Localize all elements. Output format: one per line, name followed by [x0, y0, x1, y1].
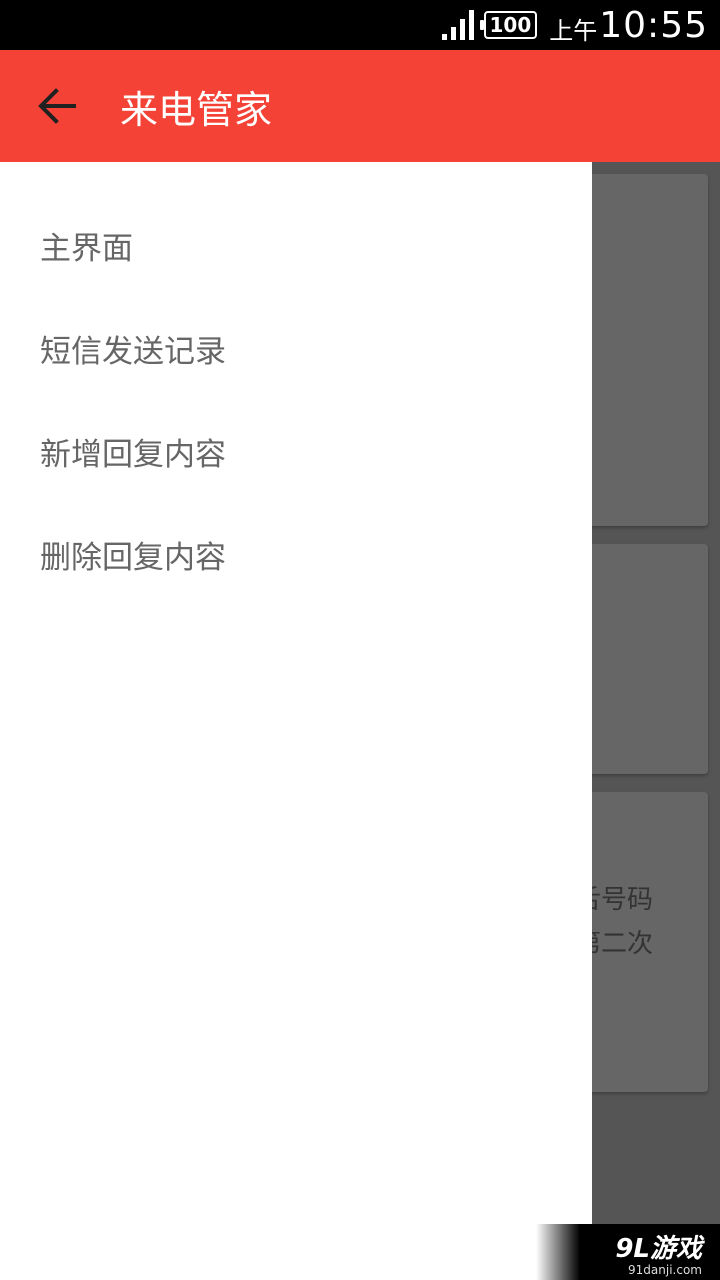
time-prefix: 上午 [549, 16, 598, 45]
drawer-item-label: 新增回复内容 [40, 437, 226, 473]
watermark-url: 91danji.com [628, 1263, 702, 1277]
clock: 10:55 [599, 4, 708, 46]
app-title: 来电管家 [120, 87, 273, 132]
arrow-back-icon [38, 88, 76, 124]
watermark-logo: 9L游戏 [615, 1234, 702, 1264]
drawer-item-delete-reply[interactable]: 删除回复内容 [0, 503, 592, 606]
app-bar: 来电管家 [0, 50, 720, 162]
drawer-menu: 主界面 短信发送记录 新增回复内容 删除回复内容 [0, 162, 592, 606]
status-bar: 100 上午 10:55 [0, 0, 720, 50]
drawer-item-label: 主界面 [40, 231, 133, 267]
drawer-item-label: 删除回复内容 [40, 540, 226, 576]
signal-icon [441, 10, 474, 40]
drawer-item-main[interactable]: 主界面 [0, 194, 592, 297]
navigation-drawer: 主界面 短信发送记录 新增回复内容 删除回复内容 [0, 162, 592, 1280]
back-button[interactable] [0, 50, 112, 162]
drawer-item-sms-log[interactable]: 短信发送记录 [0, 297, 592, 400]
battery-icon: 100 [479, 11, 538, 39]
battery-level: 100 [489, 13, 532, 37]
watermark: 9L游戏 91danji.com [536, 1224, 720, 1280]
drawer-item-add-reply[interactable]: 新增回复内容 [0, 400, 592, 503]
drawer-item-label: 短信发送记录 [40, 334, 226, 370]
